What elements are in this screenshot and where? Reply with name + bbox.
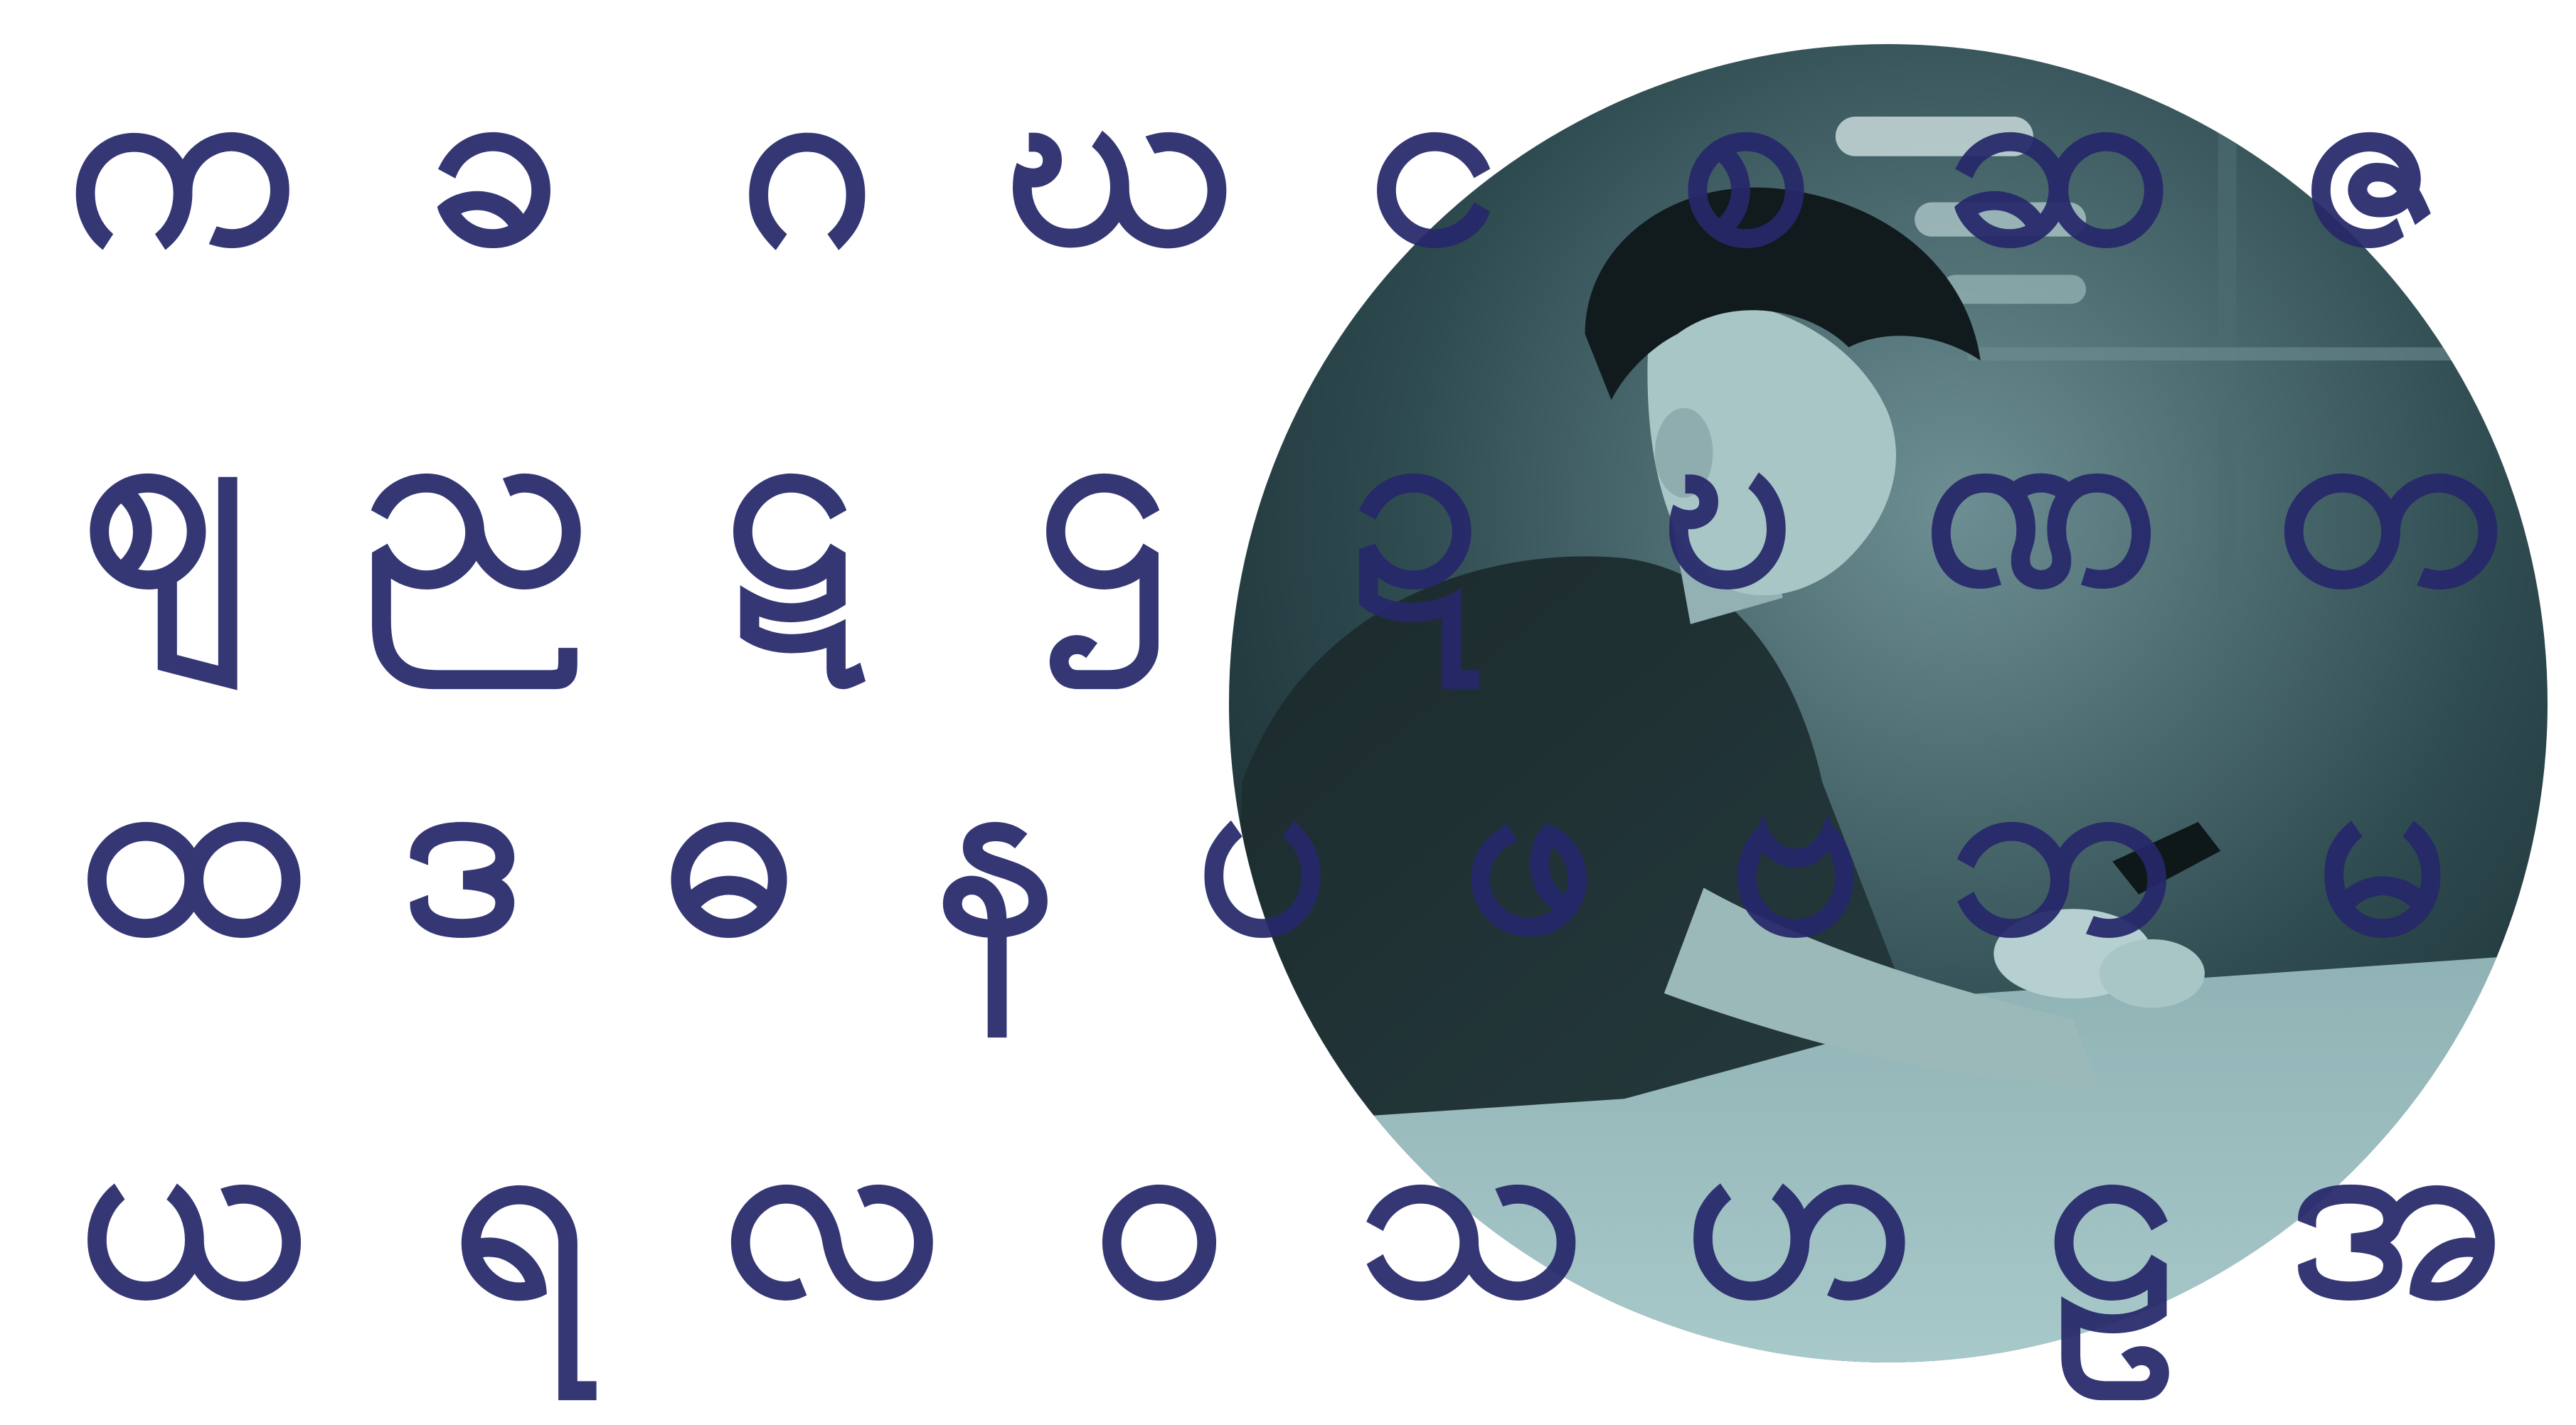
alphabet-letter: ဝ <box>1093 1076 1225 1349</box>
alphabet-letter: သ <box>1358 1076 1586 1349</box>
alphabet-letter: ရ <box>452 1076 587 1349</box>
alphabet-letter: ဎ <box>1662 365 1794 638</box>
alphabet-letter: ဋ <box>724 365 855 638</box>
alphabet-letter: ဏ <box>1922 365 2160 638</box>
alphabet-letter: ဇ <box>2301 23 2442 297</box>
alphabet-letter: ဗ <box>1728 713 1863 986</box>
alphabet-row-1: က ခ ဂ ဃ င စ ဆ ဇ <box>0 0 2576 327</box>
alphabet-letter: ဟ <box>1684 1076 1915 1349</box>
alphabet-letter: ဖ <box>1462 713 1597 986</box>
alphabet-letter: ခ <box>428 23 560 297</box>
alphabet-letter: ဓ <box>663 713 795 986</box>
alphabet-letter: ဒ <box>400 713 524 986</box>
alphabet-letter: န <box>935 713 1057 986</box>
alphabet-letter: မ <box>2315 713 2450 986</box>
alphabet-letter: ဂ <box>740 23 875 297</box>
alphabet-letter: ဌ <box>1037 365 1168 638</box>
alphabet-letter: ဃ <box>1006 23 1235 297</box>
alphabet-letter: တ <box>2275 365 2504 638</box>
alphabet-letter: ယ <box>78 1076 307 1349</box>
alphabet-letter: ထ <box>78 713 306 986</box>
alphabet-letter: ဘ <box>1949 713 2176 986</box>
alphabet-letter: လ <box>722 1076 942 1349</box>
poster-canvas: က ခ ဂ ဃ င စ ဆ ဇ ဈ ည ဋ ဌ ဍ ဎ ဏ တ ထ ဒ ဓ န … <box>0 0 2576 1425</box>
alphabet-row-2: ဈ ည ဋ ဌ ဍ ဎ ဏ တ <box>0 334 2576 668</box>
alphabet-letter: ဠ <box>2045 1076 2179 1349</box>
alphabet-letter: ည <box>363 365 590 638</box>
alphabet-row-4: ယ ရ လ ဝ သ ဟ ဠ အ <box>0 1045 2576 1379</box>
alphabet-letter: အ <box>2289 1076 2505 1349</box>
alphabet-letter: င <box>1368 23 1499 297</box>
alphabet-row-3: ထ ဒ ဓ န ပ ဖ ဗ ဘ မ <box>0 683 2576 1017</box>
alphabet-letter: ဈ <box>80 365 247 638</box>
alphabet-letter: ဆ <box>1945 23 2173 297</box>
alphabet-letter: ဍ <box>1350 365 1481 638</box>
alphabet-letter: ပ <box>1195 713 1330 986</box>
alphabet-letter: က <box>66 23 297 297</box>
myanmar-alphabet-grid: က ခ ဂ ဃ င စ ဆ ဇ ဈ ည ဋ ဌ ဍ ဎ ဏ တ ထ ဒ ဓ န … <box>0 0 2576 1425</box>
alphabet-letter: စ <box>1680 23 1812 297</box>
